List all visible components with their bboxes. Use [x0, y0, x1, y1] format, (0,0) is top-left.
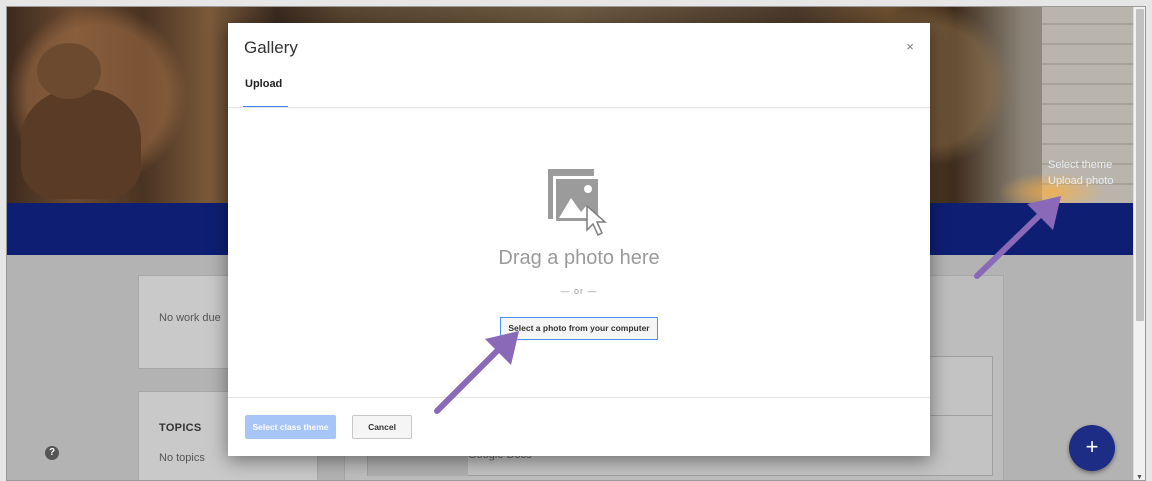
- topics-title: TOPICS: [159, 422, 202, 434]
- select-theme-link[interactable]: Select theme: [1048, 157, 1113, 173]
- plus-icon: +: [1085, 434, 1099, 459]
- footer-divider: [228, 397, 930, 398]
- upload-photo-link[interactable]: Upload photo: [1048, 173, 1113, 189]
- tab-upload[interactable]: Upload: [243, 78, 288, 108]
- banner-teddy-bear-body: [21, 89, 141, 199]
- dialog-title: Gallery: [244, 38, 298, 57]
- banner-teddy-bear-head: [37, 43, 101, 99]
- create-button[interactable]: +: [1069, 425, 1115, 471]
- tab-upload-label: Upload: [245, 78, 283, 90]
- select-class-theme-button[interactable]: Select class theme: [245, 415, 336, 439]
- annotation-arrow-to-select-photo: [434, 331, 519, 414]
- help-icon[interactable]: ?: [45, 446, 59, 460]
- gallery-dialog: Gallery × Upload Drag a photo here — or …: [228, 23, 930, 456]
- theme-links: Select theme Upload photo: [1048, 157, 1113, 189]
- select-photo-button[interactable]: Select a photo from your computer: [500, 317, 658, 340]
- page-scrollbar[interactable]: ▼: [1133, 7, 1145, 480]
- dropzone-drag-text: Drag a photo here: [498, 247, 660, 269]
- image-icon: [548, 169, 607, 237]
- scrollbar-thumb[interactable]: [1136, 9, 1144, 321]
- topics-empty-text: No topics: [159, 452, 205, 464]
- close-icon[interactable]: ×: [902, 39, 918, 55]
- scroll-down-arrow-icon[interactable]: ▼: [1136, 474, 1143, 480]
- upcoming-empty-text: No work due: [159, 312, 221, 324]
- cancel-button[interactable]: Cancel: [352, 415, 412, 439]
- annotation-arrow-to-upload-photo: [974, 196, 1061, 279]
- dropzone-or-text: — or —: [560, 286, 598, 296]
- app-window: Select theme Upload photo No work due TO…: [6, 6, 1146, 481]
- tab-divider: [228, 107, 930, 108]
